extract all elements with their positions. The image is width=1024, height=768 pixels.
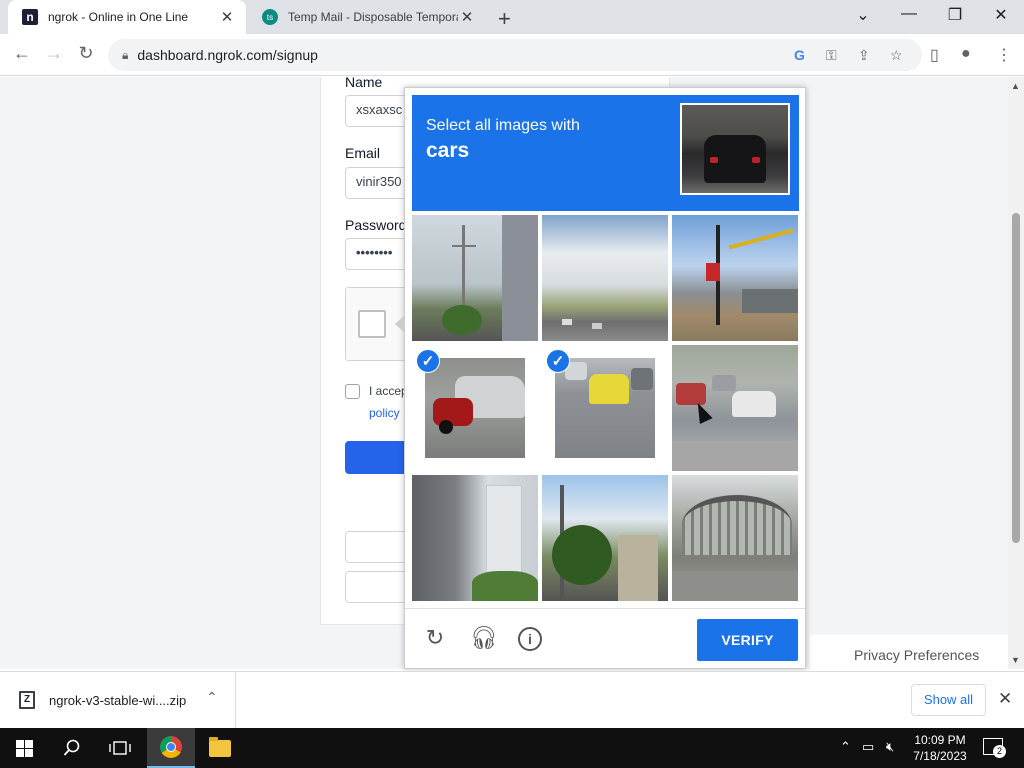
challenge-target-word: cars: [426, 139, 470, 162]
chevron-up-icon[interactable]: ⌃: [206, 689, 218, 706]
tab-title: Temp Mail - Disposable Tempora: [288, 10, 458, 24]
forward-arrow-icon[interactable]: →: [42, 43, 66, 64]
reload-page-icon[interactable]: ↻: [74, 43, 98, 64]
captcha-tile-railway-crossing[interactable]: [672, 215, 798, 341]
tab-ngrok[interactable]: n ngrok - Online in One Line ✕: [8, 0, 246, 34]
key-icon[interactable]: ⚿: [826, 47, 837, 64]
scrollbar-thumb[interactable]: [1012, 213, 1020, 543]
terms-text: I accep: [369, 384, 408, 398]
tray-chevron-up-icon[interactable]: ⌃: [840, 739, 851, 755]
windows-taskbar: ⌃ ▭ 🔇︎ 10:09 PM 7/18/2023 2: [0, 728, 1024, 768]
captcha-tile-covered-bridge[interactable]: [672, 475, 798, 601]
minimize-button[interactable]: —: [886, 5, 932, 23]
challenge-footer: ↻ 🎧︎ i VERIFY: [405, 608, 805, 668]
password-label: Password: [345, 217, 407, 233]
download-shelf: Z ngrok-v3-stable-wi....zip ⌃ Show all ✕: [0, 671, 1024, 728]
system-clock[interactable]: 10:09 PM 7/18/2023: [910, 732, 970, 764]
bookmark-star-icon[interactable]: ☆: [890, 47, 903, 64]
window-close-button[interactable]: ✕: [978, 5, 1024, 25]
info-icon[interactable]: i: [518, 627, 542, 651]
captcha-tile-highway-clouds[interactable]: [542, 215, 668, 341]
menu-kebab-icon[interactable]: ⋮: [996, 45, 1012, 65]
chrome-taskbar-icon[interactable]: [147, 728, 195, 768]
reload-icon[interactable]: ↻: [422, 625, 448, 651]
email-label: Email: [345, 145, 381, 161]
download-item[interactable]: Z ngrok-v3-stable-wi....zip ⌃: [0, 672, 236, 728]
network-icon[interactable]: ▭: [862, 739, 874, 755]
challenge-instruction: Select all images with: [426, 117, 580, 134]
scroll-down-icon[interactable]: ▼: [1011, 655, 1020, 665]
headphones-icon[interactable]: 🎧︎: [470, 625, 498, 651]
notification-badge: 2: [993, 745, 1006, 758]
recaptcha-checkbox[interactable]: [358, 310, 386, 338]
show-all-button[interactable]: Show all: [911, 684, 986, 716]
recaptcha-challenge: Select all images with cars ✓ ✓ ↻ 🎧︎ i V…: [395, 87, 806, 669]
side-panel-icon[interactable]: ▯: [930, 45, 939, 65]
challenge-header: Select all images with cars: [412, 95, 799, 211]
tab-temp-mail[interactable]: ts Temp Mail - Disposable Tempora ✕: [248, 0, 486, 34]
captcha-tile-power-lines[interactable]: [412, 215, 538, 341]
captcha-tile-overpass-tower[interactable]: [412, 475, 538, 601]
task-view-icon[interactable]: [96, 728, 144, 768]
url-text: dashboard.ngrok.com/signup: [137, 47, 318, 63]
close-tab-icon[interactable]: ✕: [218, 8, 236, 26]
captcha-tile-motorbike-and-car[interactable]: ✓: [412, 345, 538, 471]
privacy-preferences-link[interactable]: Privacy Preferences: [810, 635, 1008, 669]
tab-search-icon[interactable]: ⌄: [840, 5, 886, 25]
file-explorer-icon[interactable]: [196, 728, 244, 768]
close-shelf-icon[interactable]: ✕: [998, 689, 1012, 709]
image-grid: ✓ ✓: [412, 215, 799, 602]
verify-button[interactable]: VERIFY: [697, 619, 798, 661]
download-file-name: ngrok-v3-stable-wi....zip: [49, 693, 187, 708]
sample-car-image: [680, 103, 790, 195]
clock-time: 10:09 PM: [914, 733, 966, 747]
policy-link[interactable]: policy: [369, 406, 400, 420]
captcha-tile-taxi-traffic[interactable]: ✓: [542, 345, 668, 471]
selected-check-icon: ✓: [546, 349, 570, 373]
zip-file-icon: Z: [19, 691, 35, 709]
captcha-tile-busy-traffic[interactable]: [672, 345, 798, 471]
clock-date: 7/18/2023: [913, 749, 967, 763]
google-lens-icon[interactable]: G: [794, 47, 805, 63]
volume-muted-icon[interactable]: 🔇︎: [886, 739, 894, 755]
terms-checkbox[interactable]: [345, 384, 360, 399]
profile-avatar-icon[interactable]: ●: [961, 45, 971, 63]
page-scrollbar[interactable]: ▲ ▼: [1008, 77, 1024, 669]
browser-toolbar: ← → ↻ 🔒︎ dashboard.ngrok.com/signup G ⚿ …: [0, 34, 1024, 76]
selected-check-icon: ✓: [416, 349, 440, 373]
tab-strip: n ngrok - Online in One Line ✕ ts Temp M…: [0, 0, 1024, 34]
lock-icon: 🔒︎: [122, 47, 129, 62]
challenge-pointer: [395, 315, 405, 333]
search-icon[interactable]: [48, 728, 96, 768]
back-arrow-icon[interactable]: ←: [10, 43, 34, 64]
new-tab-button[interactable]: +: [498, 6, 511, 32]
ngrok-favicon: n: [22, 9, 38, 25]
scroll-up-icon[interactable]: ▲: [1011, 81, 1020, 91]
temp-mail-favicon: ts: [262, 9, 278, 25]
tab-title: ngrok - Online in One Line: [48, 10, 189, 24]
restore-button[interactable]: ❐: [932, 5, 978, 25]
name-label: Name: [345, 77, 383, 90]
close-tab-icon[interactable]: ✕: [458, 8, 476, 26]
share-icon[interactable]: ⇪: [858, 47, 870, 64]
captcha-tile-city-street[interactable]: [542, 475, 668, 601]
windows-start-icon[interactable]: [0, 728, 48, 768]
